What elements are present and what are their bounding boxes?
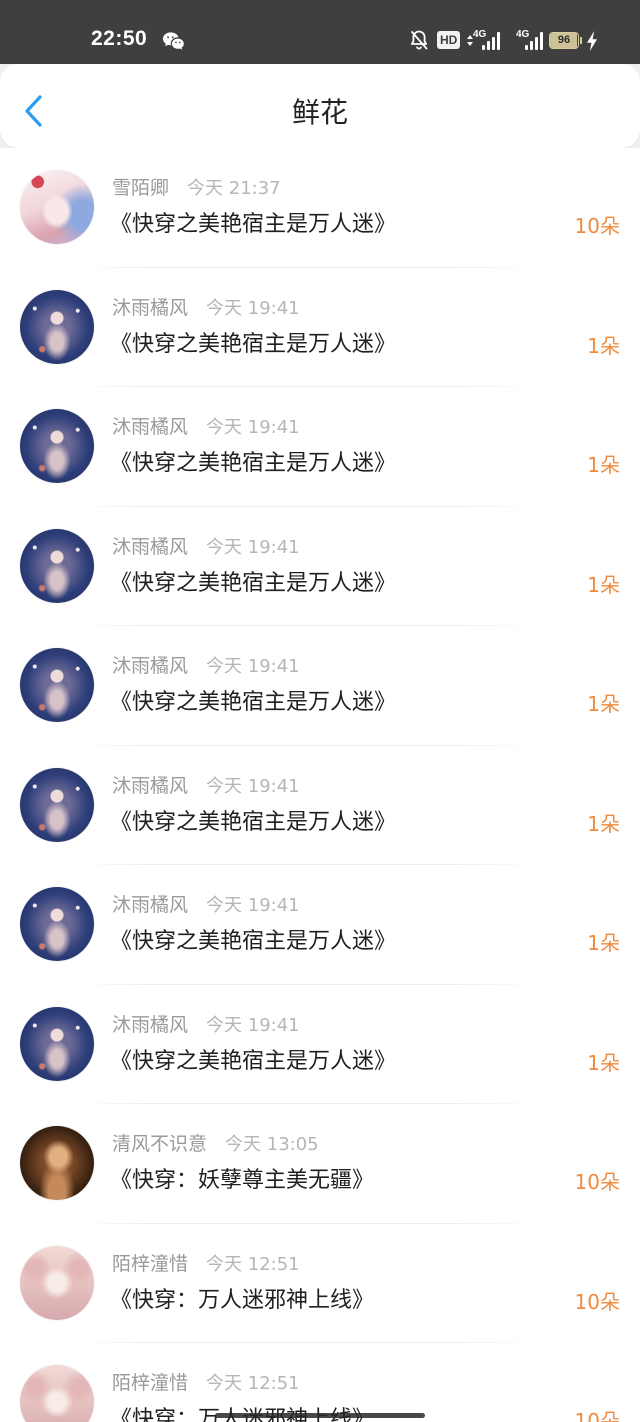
page-title: 鲜花 [291, 96, 348, 129]
item-meta: 沐雨橘风 今天 19:41 [112, 415, 300, 439]
flowers-screen: 22:50 HD 4G 4G 96 鲜花 雪陌卿 今天 21:37 《快穿之美艳… [0, 0, 640, 1422]
user-avatar[interactable] [20, 648, 94, 722]
flower-record-item[interactable]: 雪陌卿 今天 21:37 《快穿之美艳宿主是万人迷》 10朵 [0, 148, 640, 268]
flower-count: 1朵 [587, 572, 620, 597]
flower-count: 10朵 [574, 1170, 620, 1194]
flower-count: 1朵 [587, 453, 620, 477]
book-title: 《快穿之美艳宿主是万人迷》 [110, 331, 397, 357]
flower-count: 1朵 [587, 811, 620, 836]
mute-bell-icon [409, 29, 429, 51]
sender-name: 雪陌卿 [112, 177, 170, 199]
status-bar: 22:50 HD 4G 4G 96 [0, 0, 640, 64]
sent-time: 今天 19:41 [206, 895, 300, 916]
flower-record-item[interactable]: 陌梓潼惜今天 12:51 《快穿：万人迷邪神上线》 10朵 [0, 1224, 640, 1343]
flower-record-item[interactable]: 清风不识意 今天 13:05 《快穿：妖孽尊主美无疆》 10朵 [0, 1104, 640, 1224]
flower-record-item[interactable]: 沐雨橘风 今天 19:41 《快穿之美艳宿主是万人迷》 1朵 [0, 985, 640, 1104]
sender-name: 清风不识意 [112, 1133, 208, 1155]
home-indicator[interactable] [215, 1413, 425, 1418]
battery-level: 96 [557, 34, 571, 46]
clock: 22:50 [91, 27, 148, 50]
user-avatar[interactable] [20, 1365, 94, 1422]
book-title: 《快穿之美艳宿主是万人迷》 [110, 212, 397, 237]
battery-nub [580, 37, 582, 44]
sender-name: 陌梓潼惜 [112, 1372, 189, 1394]
user-avatar[interactable] [20, 1245, 94, 1320]
user-avatar[interactable] [20, 1126, 94, 1200]
user-avatar[interactable] [20, 887, 94, 961]
sent-time: 今天 19:41 [206, 1014, 300, 1036]
user-avatar[interactable] [20, 409, 94, 483]
item-meta: 清风不识意 今天 13:05 [112, 1132, 319, 1156]
sent-time: 今天 12:51 [206, 1253, 300, 1275]
flower-count: 1朵 [587, 692, 620, 716]
flower-count: 10朵 [574, 214, 620, 238]
item-meta: 沐雨橘风 今天 19:41 [112, 296, 300, 320]
wechat-icon [162, 31, 185, 52]
book-title: 《快穿之美艳宿主是万人迷》 [110, 809, 397, 835]
flower-record-item[interactable]: 陌梓潼惜今天 12:51《快穿：万人迷邪神上线》10朵 [0, 1343, 640, 1422]
sent-time: 今天 13:05 [225, 1134, 319, 1155]
flower-count: 10朵 [574, 1289, 620, 1314]
user-avatar[interactable] [20, 767, 94, 842]
charging-bolt-icon [586, 30, 598, 52]
item-meta: 沐雨橘风 今天 19:41 [112, 774, 300, 798]
flower-count: 1朵 [587, 931, 620, 955]
flower-record-item[interactable]: 沐雨橘风 今天 19:41 《快穿之美艳宿主是万人迷》 1朵 [0, 746, 640, 865]
item-meta: 沐雨橘风 今天 19:41 [112, 654, 300, 678]
sender-name: 沐雨橘风 [112, 296, 189, 319]
sender-name: 沐雨橘风 [112, 774, 189, 797]
item-meta: 沐雨橘风 今天 19:41 [112, 535, 300, 559]
user-avatar[interactable] [20, 528, 94, 603]
flower-record-item[interactable]: 沐雨橘风 今天 19:41 《快穿之美艳宿主是万人迷》 1朵 [0, 507, 640, 626]
item-meta: 沐雨橘风 今天 19:41 [112, 1013, 300, 1037]
user-avatar[interactable] [20, 289, 94, 364]
sent-time: 今天 21:37 [187, 178, 281, 199]
sent-time: 今天 19:41 [206, 775, 300, 797]
book-title: 《快穿之美艳宿主是万人迷》 [110, 690, 397, 715]
sender-name: 沐雨橘风 [112, 894, 189, 916]
flower-record-item[interactable]: 沐雨橘风 今天 19:41 《快穿之美艳宿主是万人迷》 1朵 [0, 387, 640, 507]
signal-bars-icon [525, 32, 544, 50]
sender-name: 陌梓潼惜 [112, 1252, 189, 1275]
item-meta: 陌梓潼惜 今天 12:51 [112, 1252, 300, 1276]
flower-count: 1朵 [587, 1050, 620, 1075]
flower-record-item[interactable]: 沐雨橘风 今天 19:41 《快穿之美艳宿主是万人迷》 1朵 [0, 626, 640, 746]
sender-name: 沐雨橘风 [112, 416, 189, 438]
book-title: 《快穿：万人迷邪神上线》 [110, 1287, 375, 1313]
flower-count: 10朵 [574, 1409, 620, 1422]
book-title: 《快穿之美艳宿主是万人迷》 [110, 929, 397, 954]
sender-name: 沐雨橘风 [112, 535, 189, 558]
app-header: 鲜花 [0, 64, 640, 148]
sent-time: 今天 19:41 [206, 417, 300, 438]
book-title: 《快穿之美艳宿主是万人迷》 [110, 1048, 397, 1074]
signal-bars-icon [482, 32, 501, 50]
item-meta: 雪陌卿 今天 21:37 [112, 176, 281, 200]
cellular-signal-2: 4G [510, 29, 544, 50]
sender-name: 沐雨橘风 [112, 1013, 189, 1036]
sent-time: 今天 19:41 [206, 656, 300, 677]
hd-badge-icon: HD [437, 31, 461, 49]
user-avatar[interactable] [20, 1006, 94, 1081]
flower-record-item[interactable]: 沐雨橘风 今天 19:41 《快穿之美艳宿主是万人迷》 1朵 [0, 865, 640, 985]
user-avatar[interactable] [20, 170, 94, 244]
cellular-signal-1: 4G [467, 29, 501, 50]
book-title: 《快穿：妖孽尊主美无疆》 [110, 1168, 375, 1193]
item-meta: 陌梓潼惜 今天 12:51 [112, 1371, 300, 1395]
sent-time: 今天 19:41 [206, 297, 300, 319]
sender-name: 沐雨橘风 [112, 655, 189, 677]
sent-time: 今天 19:41 [206, 536, 300, 558]
item-meta: 沐雨橘风 今天 19:41 [112, 893, 300, 917]
battery-icon: 96 [549, 32, 579, 49]
flower-list[interactable]: 雪陌卿 今天 21:37 《快穿之美艳宿主是万人迷》 10朵 沐雨橘风 今天 19:41 《… [0, 148, 640, 1422]
book-title: 《快穿之美艳宿主是万人迷》 [110, 451, 397, 476]
book-title: 《快穿之美艳宿主是万人迷》 [110, 570, 397, 596]
sent-time: 今天 12:51 [206, 1373, 300, 1394]
flower-count: 1朵 [587, 333, 620, 358]
flower-record-item[interactable]: 沐雨橘风 今天 19:41 《快穿之美艳宿主是万人迷》 1朵 [0, 268, 640, 387]
